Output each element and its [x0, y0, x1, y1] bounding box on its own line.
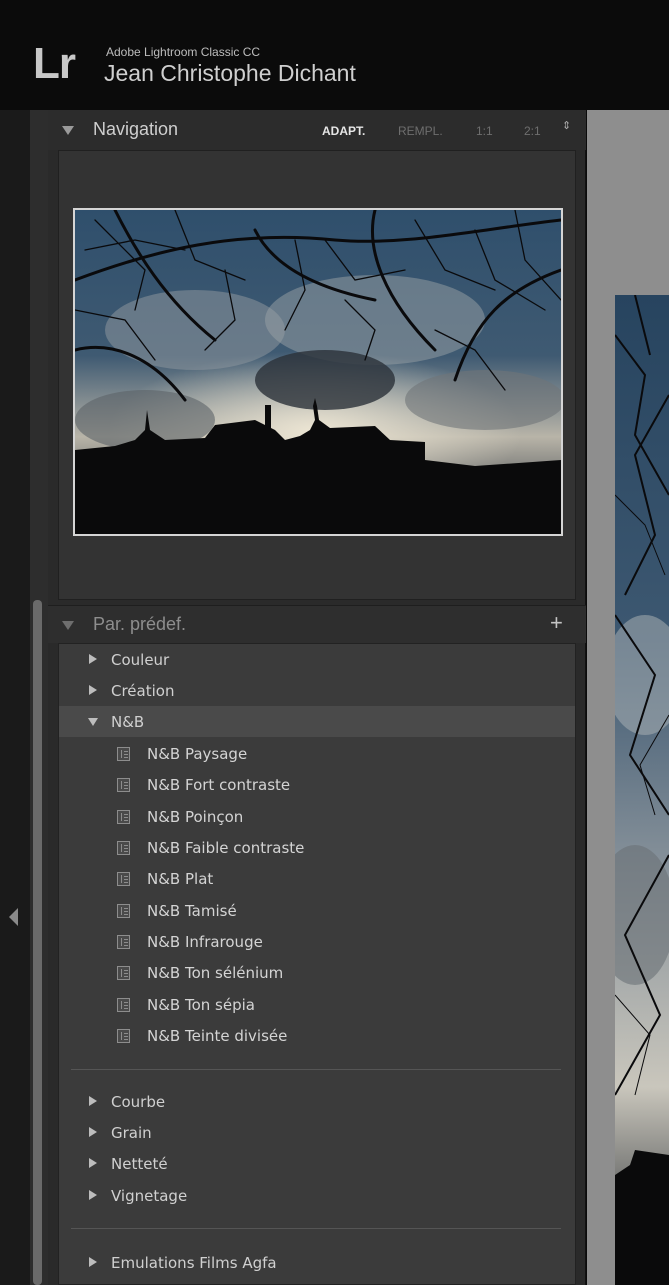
preset-item-label: N&B Teinte divisée [147, 1027, 288, 1045]
lightroom-logo: Lr [33, 39, 76, 88]
zoom-1to1-option[interactable]: 1:1 [476, 124, 493, 138]
expand-triangle-icon [89, 1127, 97, 1137]
preset-group-label: Courbe [111, 1093, 166, 1111]
preset-item[interactable]: N&B Ton sépia [59, 989, 575, 1020]
expand-triangle-icon [89, 1190, 97, 1200]
expand-triangle-icon [89, 1158, 97, 1168]
presets-title: Par. prédef. [93, 614, 187, 634]
preset-document-icon [117, 904, 130, 918]
preset-item-label: N&B Tamisé [147, 902, 237, 920]
navigator-photo-image [75, 210, 561, 534]
preset-document-icon [117, 778, 130, 792]
preset-item[interactable]: N&B Paysage [59, 738, 575, 769]
collapse-triangle-icon [88, 718, 98, 726]
preset-document-icon [117, 1029, 130, 1043]
preset-item[interactable]: N&B Faible contraste [59, 832, 575, 863]
preset-group-label: Emulations Films Agfa [111, 1254, 277, 1272]
preset-group-creation[interactable]: Création [59, 675, 575, 706]
preset-group-nb[interactable]: N&B [59, 706, 575, 737]
group-separator [71, 1069, 561, 1070]
navigator-thumbnail[interactable] [73, 208, 563, 536]
preset-item[interactable]: N&B Teinte divisée [59, 1020, 575, 1051]
navigation-panel-header[interactable]: Navigation ADAPT. REMPL. 1:1 2:1 ⇕ [48, 110, 586, 150]
preset-item-label: N&B Ton sépia [147, 996, 255, 1014]
preset-group-courbe[interactable]: Courbe [59, 1086, 575, 1117]
preset-item-label: N&B Plat [147, 870, 214, 888]
zoom-2to1-option[interactable]: 2:1 [524, 124, 541, 138]
expand-triangle-icon [89, 654, 97, 664]
presets-list: Couleur Création N&B N&B Paysage N&B For… [58, 643, 576, 1285]
preset-group-label: Création [111, 682, 175, 700]
collapse-triangle-icon[interactable] [62, 621, 74, 630]
panel-scrollbar[interactable] [33, 600, 42, 1285]
preset-group-emulations-agfa[interactable]: Emulations Films Agfa [59, 1247, 575, 1278]
preset-document-icon [117, 747, 130, 761]
preset-item[interactable]: N&B Infrarouge [59, 926, 575, 957]
preset-group-nettete[interactable]: Netteté [59, 1148, 575, 1179]
preset-document-icon [117, 810, 130, 824]
group-separator [71, 1228, 561, 1229]
preset-document-icon [117, 966, 130, 980]
preset-item-label: N&B Fort contraste [147, 776, 291, 794]
preset-group-grain[interactable]: Grain [59, 1117, 575, 1148]
preset-document-icon [117, 841, 130, 855]
preset-item[interactable]: N&B Ton sélénium [59, 957, 575, 988]
preset-document-icon [117, 872, 130, 886]
preset-group-label: Netteté [111, 1155, 168, 1173]
preset-document-icon [117, 998, 130, 1012]
preset-item-label: N&B Faible contraste [147, 839, 305, 857]
app-title: Adobe Lightroom Classic CC [106, 45, 261, 59]
zoom-fill-option[interactable]: REMPL. [398, 124, 443, 138]
preset-group-label: N&B [111, 713, 145, 731]
expand-triangle-icon [89, 1257, 97, 1267]
collapse-triangle-icon[interactable] [62, 126, 74, 135]
preset-group-vignetage[interactable]: Vignetage [59, 1180, 575, 1211]
preset-group-couleur[interactable]: Couleur [59, 644, 575, 675]
preset-document-icon [117, 935, 130, 949]
preset-item-label: N&B Paysage [147, 745, 248, 763]
preset-item-label: N&B Poinçon [147, 808, 244, 826]
preset-item[interactable]: N&B Poinçon [59, 801, 575, 832]
zoom-fit-option[interactable]: ADAPT. [322, 124, 365, 138]
navigation-title: Navigation [93, 119, 179, 139]
presets-panel-header[interactable]: Par. prédef. + [48, 605, 586, 643]
expand-triangle-icon [89, 1096, 97, 1106]
preset-item[interactable]: N&B Fort contraste [59, 769, 575, 800]
title-bar: Lr Adobe Lightroom Classic CC Jean Chris… [0, 0, 669, 110]
main-photo[interactable] [615, 295, 669, 1285]
expand-triangle-icon [89, 685, 97, 695]
navigator-preview-area [58, 150, 576, 600]
user-name: Jean Christophe Dichant [104, 60, 356, 86]
main-photo-image [615, 295, 669, 1285]
add-preset-button[interactable]: + [550, 610, 563, 636]
preset-item-label: N&B Infrarouge [147, 933, 263, 951]
preset-group-label: Vignetage [111, 1187, 188, 1205]
preset-item[interactable]: N&B Plat [59, 863, 575, 894]
left-panel: Navigation ADAPT. REMPL. 1:1 2:1 ⇕ Par. … [48, 110, 586, 1285]
preset-item-label: N&B Ton sélénium [147, 964, 284, 982]
preset-group-label: Grain [111, 1124, 152, 1142]
preset-item[interactable]: N&B Tamisé [59, 895, 575, 926]
preset-group-label: Couleur [111, 651, 170, 669]
zoom-stepper-icon[interactable]: ⇕ [562, 120, 571, 131]
collapse-left-panel-icon[interactable] [9, 908, 18, 926]
